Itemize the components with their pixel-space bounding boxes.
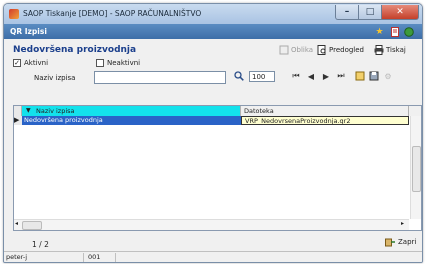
- tiskaj-label: Tiskaj: [386, 46, 406, 54]
- star-icon[interactable]: ★: [374, 26, 385, 37]
- module-title: QR Izpisi: [10, 27, 47, 36]
- neaktivni-label: Neaktivni: [107, 59, 141, 67]
- edit-icon: [279, 45, 289, 55]
- neaktivni-check-box: [96, 59, 104, 67]
- sort-desc-icon: ▼: [26, 107, 31, 114]
- search-icon[interactable]: [234, 71, 244, 84]
- status-bar: peter-j 001: [4, 251, 422, 262]
- aktivni-checkbox[interactable]: ✓ Aktivni: [13, 59, 48, 67]
- window-title: SAOP Tiskanje [DEMO] - SAOP RAČUNALNIŠTV…: [23, 9, 202, 18]
- pager: 1 / 2: [32, 240, 49, 249]
- first-record-icon[interactable]: ⏮: [290, 70, 302, 82]
- form-title: Nedovršena proizvodnja: [13, 45, 137, 55]
- zapri-label: Zapri: [398, 238, 417, 246]
- aktivni-label: Aktivni: [24, 59, 49, 67]
- export-icon[interactable]: [354, 70, 366, 82]
- table-row[interactable]: ▶ Nedovršena proizvodnja VRP_NedovrsenaP…: [14, 116, 409, 125]
- close-window-button[interactable]: ✕: [381, 5, 419, 20]
- module-bar: QR Izpisi ★: [4, 24, 422, 39]
- title-bar: SAOP Tiskanje [DEMO] - SAOP RAČUNALNIŠTV…: [4, 4, 422, 24]
- column-header-naziv[interactable]: ▼ Naziv izpisa: [22, 106, 241, 116]
- predogled-label: Predogled: [329, 46, 364, 54]
- status-code: 001: [86, 253, 116, 262]
- maximize-button[interactable]: □: [358, 5, 382, 20]
- reports-grid: ▼ Naziv izpisa Datoteka ▶ Nedovršena pro…: [13, 105, 422, 231]
- scroll-right-icon[interactable]: ▸: [401, 220, 404, 227]
- cell-datoteka[interactable]: VRP_NedovrsenaProizvodnja.qr2: [241, 116, 409, 125]
- preview-icon: [317, 45, 326, 55]
- aktivni-check-box: ✓: [13, 59, 21, 67]
- oblika-label: Oblika: [291, 46, 314, 54]
- row-pointer-icon: ▶: [14, 116, 22, 125]
- globe-icon[interactable]: [403, 26, 414, 37]
- row-indicator-header: [14, 106, 22, 116]
- minimize-button[interactable]: –: [335, 5, 359, 20]
- main-window: SAOP Tiskanje [DEMO] - SAOP RAČUNALNIŠTV…: [3, 3, 423, 263]
- scroll-left-icon[interactable]: ◂: [15, 220, 18, 227]
- column-header-naziv-label: Naziv izpisa: [36, 107, 75, 115]
- zapri-button[interactable]: Zapri: [385, 237, 416, 247]
- vertical-scroll-thumb[interactable]: [412, 146, 421, 192]
- neaktivni-checkbox[interactable]: Neaktivni: [96, 59, 140, 67]
- oblika-button[interactable]: Oblika: [279, 45, 313, 55]
- horizontal-scrollbar[interactable]: ◂ ▸: [14, 219, 409, 230]
- document-icon[interactable]: [389, 26, 400, 37]
- printer-icon: [374, 45, 384, 55]
- last-record-icon[interactable]: ⏭: [335, 70, 347, 82]
- status-user: peter-j: [4, 253, 84, 262]
- prev-record-icon[interactable]: ◀: [305, 70, 317, 82]
- next-record-icon[interactable]: ▶: [320, 70, 332, 82]
- search-label: Naziv izpisa: [34, 74, 76, 82]
- settings-icon[interactable]: ⚙: [382, 70, 394, 82]
- horizontal-scroll-thumb[interactable]: [22, 221, 42, 230]
- zoom-field[interactable]: 100: [249, 71, 275, 82]
- save-icon[interactable]: [368, 70, 380, 82]
- app-icon: [9, 9, 19, 19]
- tiskaj-button[interactable]: Tiskaj: [374, 45, 406, 55]
- grid-scroll-header: [409, 106, 421, 116]
- search-input[interactable]: [94, 71, 226, 84]
- column-header-datoteka[interactable]: Datoteka: [241, 106, 409, 116]
- predogled-button[interactable]: Predogled: [317, 45, 364, 55]
- exit-icon: [385, 238, 395, 247]
- cell-naziv[interactable]: Nedovršena proizvodnja: [22, 116, 241, 125]
- vertical-scrollbar[interactable]: [410, 116, 421, 219]
